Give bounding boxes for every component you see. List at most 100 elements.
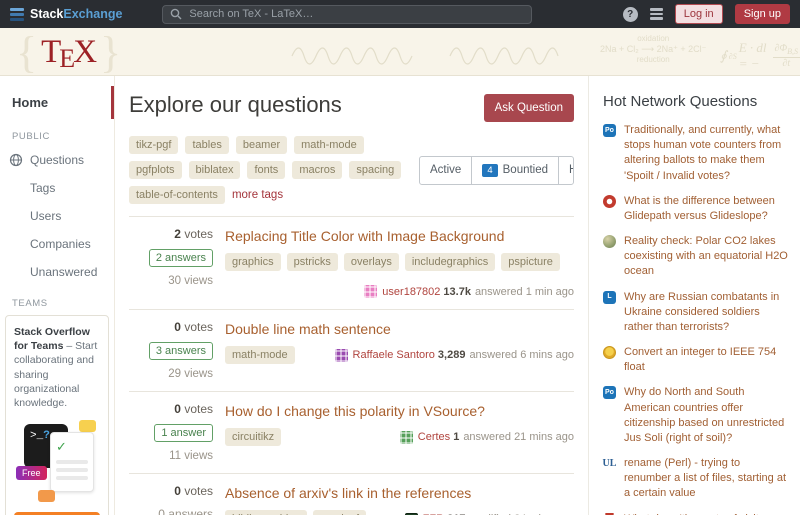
teams-illustration: >_? ✓ Free [16, 420, 98, 504]
stackexchange-logo[interactable]: StackExchange [10, 7, 122, 21]
hot-question-link[interactable]: What is the difference between Glidepath… [603, 194, 788, 224]
question-row: 0 votes 1 answer 11 views How do I chang… [129, 391, 574, 473]
logo-brace: } [100, 31, 121, 75]
tex-site-logo[interactable]: { TEX } [16, 30, 121, 76]
teams-promo-text: Stack Overflow for Teams – Start collabo… [14, 325, 100, 410]
question-tag[interactable]: pspicture [501, 253, 560, 271]
answers-count: 1 answer [154, 424, 213, 442]
page: StackExchange ? Log in Sign up { TEX } o… [0, 0, 800, 515]
username-link[interactable]: user187802 [382, 286, 440, 298]
question-title-link[interactable]: Double line math sentence [225, 320, 391, 338]
politics-icon: Po [603, 386, 616, 399]
question-title-link[interactable]: Absence of arxiv's link in the reference… [225, 484, 471, 502]
views-count: 11 views [129, 450, 213, 462]
filter-tag[interactable]: fonts [247, 161, 285, 179]
decorative-chemistry-formula: oxidation 2Na + Cl₂ ⟶ 2Na⁺ + 2Cl⁻ reduct… [600, 34, 706, 65]
filter-tag[interactable]: beamer [236, 136, 287, 154]
content-area: Home PUBLIC Questions Tags Users Compani… [0, 76, 800, 515]
username-link[interactable]: Raffaele Santoro [353, 349, 435, 361]
stackexchange-logo-text: StackExchange [30, 7, 122, 21]
sidebar-section-teams: TEAMS [12, 298, 114, 309]
earth-science-icon [603, 235, 616, 248]
filter-tag[interactable]: biblatex [189, 161, 241, 179]
user-reputation: 3,289 [438, 349, 466, 361]
site-header: { TEX } oxidation 2Na + Cl₂ ⟶ 2Na⁺ + 2Cl… [0, 28, 800, 76]
tab-bountied[interactable]: 4Bountied [472, 157, 559, 184]
question-tag[interactable]: bibliographies [225, 510, 307, 515]
question-user-card: Raffaele Santoro 3,289 answered 6 mins a… [335, 349, 574, 362]
hot-question-link[interactable]: Reality check: Polar CO2 lakes coexistin… [603, 234, 788, 280]
bounty-count-badge: 4 [482, 164, 497, 177]
question-stats: 2 votes 2 answers 30 views [129, 227, 213, 298]
hot-question-link[interactable]: LWhy are Russian combatants in Ukraine c… [603, 290, 788, 336]
page-title: Explore our questions [129, 92, 342, 118]
hot-question-link[interactable]: ULrename (Perl) - trying to renumber a l… [603, 456, 788, 502]
search-input[interactable] [162, 5, 532, 24]
hot-network-questions-title: Hot Network Questions [603, 93, 788, 110]
logo-brace: { [16, 31, 37, 75]
question-tag[interactable]: includegraphics [405, 253, 495, 271]
filter-tag[interactable]: pgfplots [129, 161, 182, 179]
decorative-script [290, 42, 580, 66]
stackexchange-logo-icon [10, 8, 24, 21]
filter-tag[interactable]: macros [292, 161, 342, 179]
username-link[interactable]: Certes [418, 431, 450, 443]
question-tag[interactable]: pstricks [287, 253, 338, 271]
question-row: 0 votes 3 answers 29 views Double line m… [129, 309, 574, 391]
question-row: 2 votes 2 answers 30 views Replacing Tit… [129, 216, 574, 309]
tab-hot[interactable]: Hot [559, 157, 574, 184]
login-button[interactable]: Log in [675, 4, 723, 24]
sidebar-item-companies[interactable]: Companies [0, 230, 114, 258]
question-row: 0 votes 0 answers 24 views Absence of ar… [129, 473, 574, 515]
left-sidebar: Home PUBLIC Questions Tags Users Compani… [0, 76, 115, 515]
question-tag[interactable]: circuitikz [225, 428, 281, 446]
hot-question-link[interactable]: PoTraditionally, and currently, what sto… [603, 123, 788, 184]
filter-tag[interactable]: spacing [349, 161, 401, 179]
search-icon [170, 8, 182, 20]
question-tag[interactable]: overlays [344, 253, 399, 271]
filter-tag[interactable]: table-of-contents [129, 186, 225, 204]
filter-tag[interactable]: tables [185, 136, 228, 154]
question-tag[interactable]: overleaf [313, 510, 366, 515]
tab-active[interactable]: Active [420, 157, 472, 184]
sidebar-section-public: PUBLIC [12, 131, 114, 142]
views-count: 29 views [129, 368, 213, 380]
sidebar-item-questions[interactable]: Questions [0, 146, 114, 174]
unix-linux-icon: UL [603, 457, 616, 470]
sidebar-item-home[interactable]: Home [0, 86, 114, 119]
user-reputation: 1 [453, 431, 459, 443]
hot-question-link[interactable]: Convert an integer to IEEE 754 float [603, 345, 788, 375]
sidebar-item-tags[interactable]: Tags [0, 174, 114, 202]
answers-count: 0 answers [158, 507, 213, 515]
question-user-card: Certes 1 answered 21 mins ago [400, 431, 574, 444]
hot-network-questions: Hot Network Questions PoTraditionally, a… [588, 76, 800, 515]
ask-question-button[interactable]: Ask Question [484, 94, 574, 122]
decorative-integral-formula: ∮∂S E · dl = − ∂ΦB,S∂t [720, 40, 800, 72]
hot-question-link[interactable]: PoWhy do North and South American countr… [603, 385, 788, 446]
help-icon[interactable]: ? [623, 7, 638, 22]
question-title-link[interactable]: How do I change this polarity in VSource… [225, 402, 485, 420]
question-activity: answered 6 mins ago [469, 349, 574, 361]
question-title-link[interactable]: Replacing Title Color with Image Backgro… [225, 227, 504, 245]
question-tag[interactable]: graphics [225, 253, 281, 271]
chat-bubble-icon [79, 420, 96, 432]
site-switcher-icon[interactable] [650, 8, 663, 20]
question-activity: answered 1 min ago [475, 286, 574, 298]
sidebar-item-unanswered[interactable]: Unanswered [0, 258, 114, 286]
search-box [162, 4, 532, 24]
hot-question-link[interactable]: What does 'the party of visitors refer t… [603, 512, 788, 515]
checklist-card-icon: ✓ [50, 432, 94, 492]
filter-tag[interactable]: tikz-pgf [129, 136, 178, 154]
sidebar-item-users[interactable]: Users [0, 202, 114, 230]
question-stats: 0 votes 1 answer 11 views [129, 402, 213, 462]
tag-filter-list: tikz-pgf tables beamer math-mode pgfplot… [129, 136, 419, 204]
question-tag[interactable]: math-mode [225, 346, 295, 364]
filter-tag[interactable]: math-mode [294, 136, 364, 154]
avatar [364, 285, 377, 298]
politics-icon: Po [603, 124, 616, 137]
answers-count: 2 answers [149, 249, 213, 267]
law-icon: L [603, 291, 616, 304]
more-tags-link[interactable]: more tags [232, 189, 283, 201]
main-column: Explore our questions Ask Question tikz-… [115, 76, 588, 515]
signup-button[interactable]: Sign up [735, 4, 790, 24]
